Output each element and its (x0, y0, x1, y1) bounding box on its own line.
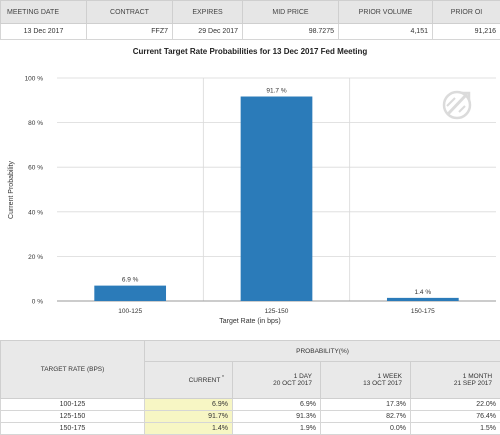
one-week-prob-cell: 82.7% (321, 411, 411, 423)
y-tick-label: 20 % (28, 254, 43, 261)
current-header-footnote: * (222, 375, 224, 381)
y-tick-label: 0 % (32, 299, 43, 306)
bar-value-label: 6.9 % (122, 277, 139, 284)
chart-bars: 6.9 % 100-125 91.7 % 125-150 1.4 % 150-175 (94, 88, 458, 315)
table-row: 100-125 6.9% 6.9% 17.3% 22.0% (1, 399, 500, 411)
current-prob-cell: 91.7% (145, 411, 233, 423)
meeting-date-header: MEETING DATE (1, 1, 87, 24)
chart-logo-icon (444, 92, 470, 118)
y-tick-label: 40 % (28, 209, 43, 216)
prior-volume-header: PRIOR VOLUME (339, 1, 433, 24)
one-day-prob-cell: 6.9% (233, 399, 321, 411)
y-axis-label: Current Probability (8, 161, 15, 219)
probability-chart: Current Target Rate Probabilities for 13… (0, 40, 500, 335)
x-axis-label: Target Rate (in bps) (219, 318, 280, 325)
prior-oi-value: 91,216 (433, 24, 500, 40)
summary-header-row: MEETING DATE CONTRACT EXPIRES MID PRICE … (1, 1, 500, 24)
y-tick-label: 60 % (28, 165, 43, 172)
contract-value: FFZ7 (87, 24, 173, 40)
rate-cell: 125-150 (1, 411, 145, 423)
probability-group-header: PROBABILITY(%) (145, 341, 500, 362)
target-rate-header: TARGET RATE (BPS) (1, 341, 145, 399)
current-prob-cell: 6.9% (145, 399, 233, 411)
one-month-header: 1 MONTH 21 SEP 2017 (411, 362, 500, 399)
one-week-header-label: 1 WEEK (325, 373, 402, 380)
x-tick-label: 150-175 (411, 308, 435, 315)
expires-value: 29 Dec 2017 (173, 24, 243, 40)
x-tick-label: 100-125 (118, 308, 142, 315)
one-week-prob-cell: 17.3% (321, 399, 411, 411)
meeting-date-value: 13 Dec 2017 (1, 24, 87, 40)
bar-150-175[interactable] (387, 298, 459, 301)
one-week-header: 1 WEEK 13 OCT 2017 (321, 362, 411, 399)
one-month-prob-cell: 1.5% (411, 423, 500, 435)
one-month-prob-cell: 22.0% (411, 399, 500, 411)
bar-value-label: 91.7 % (266, 88, 286, 95)
one-month-header-label: 1 MONTH (415, 373, 492, 380)
current-prob-cell: 1.4% (145, 423, 233, 435)
prior-oi-header: PRIOR OI (433, 1, 500, 24)
rate-cell: 150-175 (1, 423, 145, 435)
fedwatch-panel: MEETING DATE CONTRACT EXPIRES MID PRICE … (0, 0, 500, 427)
x-tick-label: 125-150 (265, 308, 289, 315)
one-day-header: 1 DAY 20 OCT 2017 (233, 362, 321, 399)
one-day-prob-cell: 91.3% (233, 411, 321, 423)
prob-group-header-row: TARGET RATE (BPS) PROBABILITY(%) (1, 341, 500, 362)
chart-title: Current Target Rate Probabilities for 13… (133, 47, 368, 56)
prior-volume-value: 4,151 (339, 24, 433, 40)
y-tick-label: 80 % (28, 120, 43, 127)
one-month-prob-cell: 76.4% (411, 411, 500, 423)
table-row: 125-150 91.7% 91.3% 82.7% 76.4% (1, 411, 500, 423)
y-tick-label: 100 % (25, 76, 44, 83)
bar-value-label: 1.4 % (415, 289, 432, 296)
mid-price-header: MID PRICE (243, 1, 339, 24)
rate-cell: 100-125 (1, 399, 145, 411)
table-row: 150-175 1.4% 1.9% 0.0% 1.5% (1, 423, 500, 435)
one-day-header-label: 1 DAY (237, 373, 312, 380)
current-header: CURRENT * (145, 362, 233, 399)
summary-data-row: 13 Dec 2017 FFZ7 29 Dec 2017 98.7275 4,1… (1, 24, 500, 40)
probability-table: TARGET RATE (BPS) PROBABILITY(%) CURRENT… (0, 340, 500, 435)
meeting-summary-table: MEETING DATE CONTRACT EXPIRES MID PRICE … (0, 0, 500, 40)
expires-header: EXPIRES (173, 1, 243, 24)
one-day-prob-cell: 1.9% (233, 423, 321, 435)
contract-header: CONTRACT (87, 1, 173, 24)
mid-price-value: 98.7275 (243, 24, 339, 40)
one-week-prob-cell: 0.0% (321, 423, 411, 435)
one-week-header-date: 13 OCT 2017 (325, 380, 402, 387)
current-header-label: CURRENT (189, 378, 221, 385)
one-month-header-date: 21 SEP 2017 (415, 380, 492, 387)
bar-100-125[interactable] (94, 286, 166, 301)
bar-125-150[interactable] (241, 97, 313, 301)
one-day-header-date: 20 OCT 2017 (237, 380, 312, 387)
